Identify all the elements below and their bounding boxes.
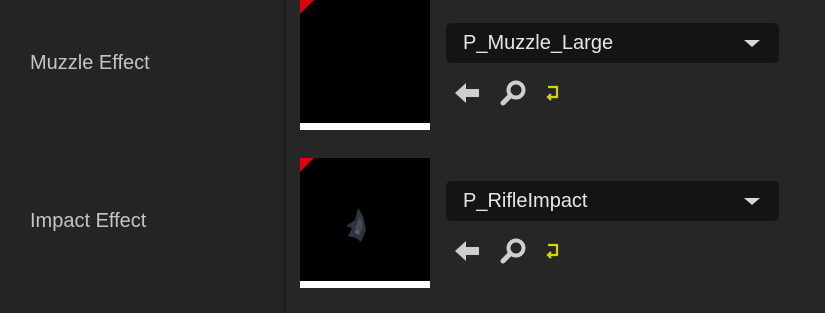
browse-magnifier-icon[interactable] [499, 236, 529, 266]
muzzle-effect-thumbnail[interactable] [300, 0, 430, 130]
impact-effect-thumbnail[interactable] [300, 158, 430, 288]
asset-type-corner-marker [300, 0, 314, 14]
use-selected-arrow-icon[interactable] [452, 78, 482, 108]
muzzle-effect-label: Muzzle Effect [30, 52, 150, 74]
dropdown-caret-icon [744, 198, 760, 205]
reset-to-default-icon[interactable] [541, 80, 571, 110]
impact-effect-asset-value: P_RifleImpact [463, 189, 588, 212]
label-column [0, 0, 284, 313]
dropdown-caret-icon [744, 40, 760, 47]
thumbnail-color-bar [300, 123, 430, 130]
impact-particle-preview [346, 208, 366, 242]
impact-effect-label: Impact Effect [30, 210, 147, 232]
use-selected-arrow-icon[interactable] [452, 236, 482, 266]
impact-effect-asset-combo[interactable]: P_RifleImpact [446, 181, 779, 221]
reset-to-default-icon[interactable] [541, 238, 571, 268]
muzzle-effect-asset-combo[interactable]: P_Muzzle_Large [446, 23, 779, 63]
muzzle-effect-asset-value: P_Muzzle_Large [463, 31, 614, 54]
browse-magnifier-icon[interactable] [499, 78, 529, 108]
thumbnail-color-bar [300, 281, 430, 288]
